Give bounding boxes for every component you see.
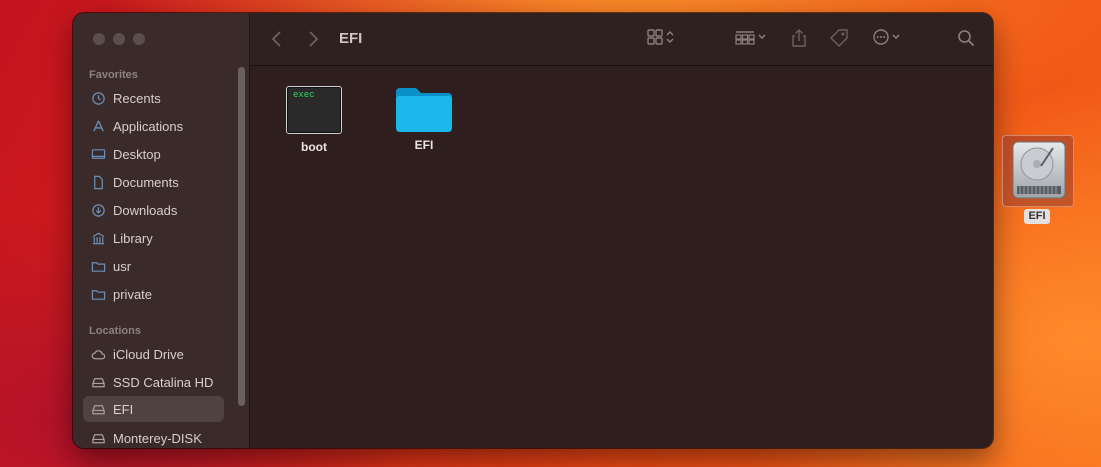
search-button[interactable] [956,28,976,48]
chevron-down-icon [758,34,766,40]
file-item-efi[interactable]: EFI [384,86,464,152]
sidebar-item-label: Downloads [113,202,178,218]
updown-chevron-icon [666,31,674,43]
tag-icon [830,29,848,47]
download-icon [90,202,106,218]
desktop-drive-efi[interactable] [1002,135,1074,207]
view-mode-button[interactable] [646,28,676,46]
sidebar-item-label: EFI [113,401,134,417]
share-icon [792,29,806,47]
drive-icon [90,374,106,390]
drive-icon [90,430,106,446]
folder-icon [90,258,106,274]
sidebar-item-ssd-catalina-hd[interactable]: SSD Catalina HD [83,369,224,395]
share-button[interactable] [790,28,808,48]
finder-window: Favorites Recents Applications Desktop D… [73,13,993,448]
sidebar-item-desktop[interactable]: Desktop [83,141,224,167]
chevron-right-icon [309,31,319,47]
ellipsis-circle-icon [873,29,889,45]
file-name: EFI [414,138,434,152]
sidebar-item-label: Recents [113,90,161,106]
sidebar-item-label: Desktop [113,146,161,162]
sidebar-item-icloud-drive[interactable]: iCloud Drive [83,341,224,367]
chevron-left-icon [271,31,281,47]
locations-heading: Locations [89,325,141,337]
sidebar-item-efi[interactable]: EFI [83,396,224,422]
forward-button[interactable] [306,28,320,50]
more-actions-button[interactable] [872,28,902,46]
file-name: boot [301,140,327,154]
tags-button[interactable] [828,28,850,48]
sidebar-item-usr[interactable]: usr [83,253,224,279]
toolbar: EFI [250,13,993,66]
sidebar-item-monterey-disk[interactable]: Monterey-DISK [83,425,224,448]
window-controls [93,33,145,45]
applications-icon [90,118,106,134]
desktop-icon [90,146,106,162]
sidebar-item-label: SSD Catalina HD [113,374,214,390]
folder-icon [90,286,106,302]
favorites-heading: Favorites [89,69,138,81]
sidebar-item-label: usr [113,258,132,274]
file-browser: exec boot EFI [250,66,993,448]
window-title: EFI [339,30,363,47]
sidebar-item-library[interactable]: Library [83,225,224,251]
drive-icon [90,401,106,417]
file-item-boot[interactable]: exec boot [274,86,354,154]
sidebar-scrollbar[interactable] [238,67,245,406]
sidebar-item-recents[interactable]: Recents [83,85,224,111]
library-icon [90,230,106,246]
folder-icon [396,88,452,132]
sidebar-item-label: Applications [113,118,184,134]
grid-view-icon [647,29,663,45]
sidebar-item-documents[interactable]: Documents [83,169,224,195]
exec-icon: exec [286,86,342,134]
group-icon [735,31,755,45]
sidebar-item-label: Monterey-DISK [113,430,202,446]
sidebar-item-private[interactable]: private [83,281,224,307]
sidebar: Favorites Recents Applications Desktop D… [73,13,250,448]
sidebar-item-downloads[interactable]: Downloads [83,197,224,223]
sidebar-item-label: iCloud Drive [113,346,184,362]
group-by-button[interactable] [734,28,768,46]
chevron-down-icon [892,34,900,40]
sidebar-item-label: Documents [113,174,179,190]
zoom-button[interactable] [133,33,145,45]
cloud-icon [90,346,106,362]
search-icon [958,30,975,47]
document-icon [90,174,106,190]
sidebar-item-label: Library [113,230,153,246]
close-button[interactable] [93,33,105,45]
exec-icon-label: exec [293,90,315,100]
back-button[interactable] [270,28,284,50]
sidebar-item-applications[interactable]: Applications [83,113,224,139]
desktop-drive-label: EFI [1024,209,1050,224]
hard-drive-icon [1012,141,1066,199]
sidebar-item-label: private [113,286,153,302]
clock-icon [90,90,106,106]
minimize-button[interactable] [113,33,125,45]
